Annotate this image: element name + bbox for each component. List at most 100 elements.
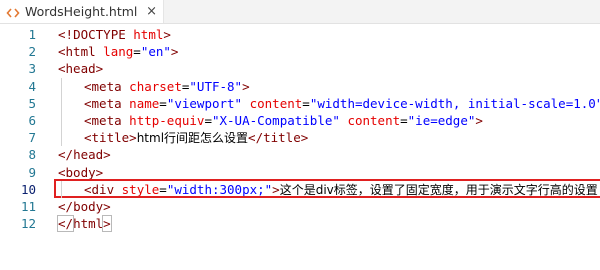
code-angle-brackets-icon: [6, 5, 20, 19]
code-token: >: [103, 198, 111, 214]
line-number: 8: [28, 147, 36, 163]
code-token: "viewport": [166, 95, 243, 111]
code-token: =: [159, 95, 167, 111]
code-line: <body>: [58, 164, 600, 181]
code-token: http-equiv: [129, 112, 205, 128]
code-token: <: [58, 164, 66, 180]
line-number: 5: [28, 95, 36, 111]
code-token: <: [58, 44, 66, 60]
code-token: div: [91, 181, 115, 197]
tab-title: WordsHeight.html: [25, 4, 138, 19]
code-token: <: [84, 95, 92, 111]
code-token: "width:300px;": [166, 181, 273, 197]
code-token: <: [58, 61, 66, 77]
code-lines[interactable]: <!DOCTYPE html> <html lang="en"> <head> …: [54, 26, 600, 233]
code-token: <: [84, 78, 92, 94]
line-number: 4: [28, 78, 36, 94]
code-token: "en": [140, 44, 171, 60]
code-token: lang: [103, 44, 134, 60]
code-line: </head>: [58, 146, 600, 163]
code-token: </: [58, 198, 74, 214]
line-number: 1: [28, 27, 36, 42]
code-token: >: [102, 215, 112, 233]
code-token: meta: [91, 112, 122, 128]
indent-guide: [58, 129, 84, 147]
line-number: 7: [28, 130, 36, 146]
line-number: 10: [20, 181, 36, 197]
line-number: 9: [28, 164, 36, 180]
code-line: <meta charset="UTF-8">: [58, 77, 600, 95]
code-token: >: [475, 112, 483, 128]
code-token: "width=device-width, initial-scale=1.0": [309, 95, 600, 111]
code-token: <: [84, 112, 92, 128]
code-token: >: [95, 61, 104, 77]
editor-tab[interactable]: WordsHeight.html ×: [0, 0, 164, 23]
line-number-gutter: 1 2 3 4 5 6 7 8 9 10 11 12: [0, 26, 44, 232]
code-token: >: [129, 130, 137, 146]
code-token: html: [65, 44, 96, 60]
line-number: 3: [28, 61, 36, 77]
code-token: >: [272, 181, 280, 197]
code-token: >: [242, 78, 250, 94]
code-token: >: [163, 27, 171, 42]
code-token: charset: [129, 78, 182, 94]
code-token: content: [347, 112, 401, 128]
code-token: =: [204, 112, 212, 128]
code-token: =: [400, 112, 408, 128]
code-token: </: [56, 215, 75, 233]
code-token: >: [300, 130, 309, 146]
code-text: html行间距怎么设置: [136, 131, 249, 146]
code-token: =: [159, 181, 167, 197]
code-token: meta: [91, 78, 122, 94]
code-token: <!: [58, 27, 74, 42]
code-token: body: [73, 198, 104, 214]
code-line: <html lang="en">: [58, 43, 600, 60]
code-token: <: [84, 181, 92, 197]
code-token: name: [129, 95, 160, 111]
indent-guide: [58, 111, 84, 130]
code-token: html: [133, 27, 164, 42]
code-token: content: [249, 95, 303, 111]
indent-guide: [58, 94, 84, 112]
code-token: =: [133, 44, 141, 60]
tab-bar: WordsHeight.html ×: [0, 0, 600, 24]
code-token: style: [121, 181, 160, 197]
code-token: =: [302, 95, 310, 111]
code-token: head: [65, 61, 96, 77]
code-line: <meta name="viewport" content="width=dev…: [58, 94, 600, 112]
code-editor[interactable]: 1 2 3 4 5 6 7 8 9 10 11 12 <!DOCTYPE htm…: [0, 26, 600, 270]
code-line: </body>: [58, 198, 600, 215]
code-token: meta: [91, 95, 122, 111]
code-line-highlighted: <div style="width:300px;">这个是div标签，设置了固定…: [54, 178, 600, 198]
code-token: html: [73, 216, 104, 232]
indent-guide: [58, 180, 84, 198]
code-line: <title>html行间距怎么设置</title>: [58, 129, 600, 147]
code-token: <: [84, 130, 92, 146]
code-text: 这个是div标签，设置了固定宽度，用于演示文字行高的设置: [279, 182, 598, 197]
code-token: title: [263, 130, 301, 146]
code-token: </: [248, 130, 264, 146]
code-token: >: [103, 147, 111, 163]
code-token: >: [95, 164, 104, 180]
line-number: 11: [20, 198, 36, 214]
close-icon[interactable]: ×: [146, 5, 157, 18]
line-number: 2: [28, 44, 36, 60]
line-number: 6: [28, 112, 36, 128]
code-token: "UTF-8": [189, 78, 243, 94]
code-token: "X-UA-Compatible": [211, 112, 340, 128]
code-line: <head>: [58, 60, 600, 77]
code-token: head: [73, 147, 104, 163]
code-line: <!DOCTYPE html>: [58, 26, 600, 43]
code-token: body: [65, 164, 96, 180]
code-token: title: [91, 130, 130, 146]
indent-guide: [58, 77, 84, 95]
code-token: </: [58, 147, 74, 163]
code-line: <meta http-equiv="X-UA-Compatible" conte…: [58, 111, 600, 130]
line-number: 12: [20, 216, 36, 232]
code-token: DOCTYPE: [73, 27, 126, 42]
code-token: "ie=edge": [407, 112, 476, 128]
code-token: >: [170, 44, 179, 60]
code-line: </html>: [56, 215, 600, 233]
